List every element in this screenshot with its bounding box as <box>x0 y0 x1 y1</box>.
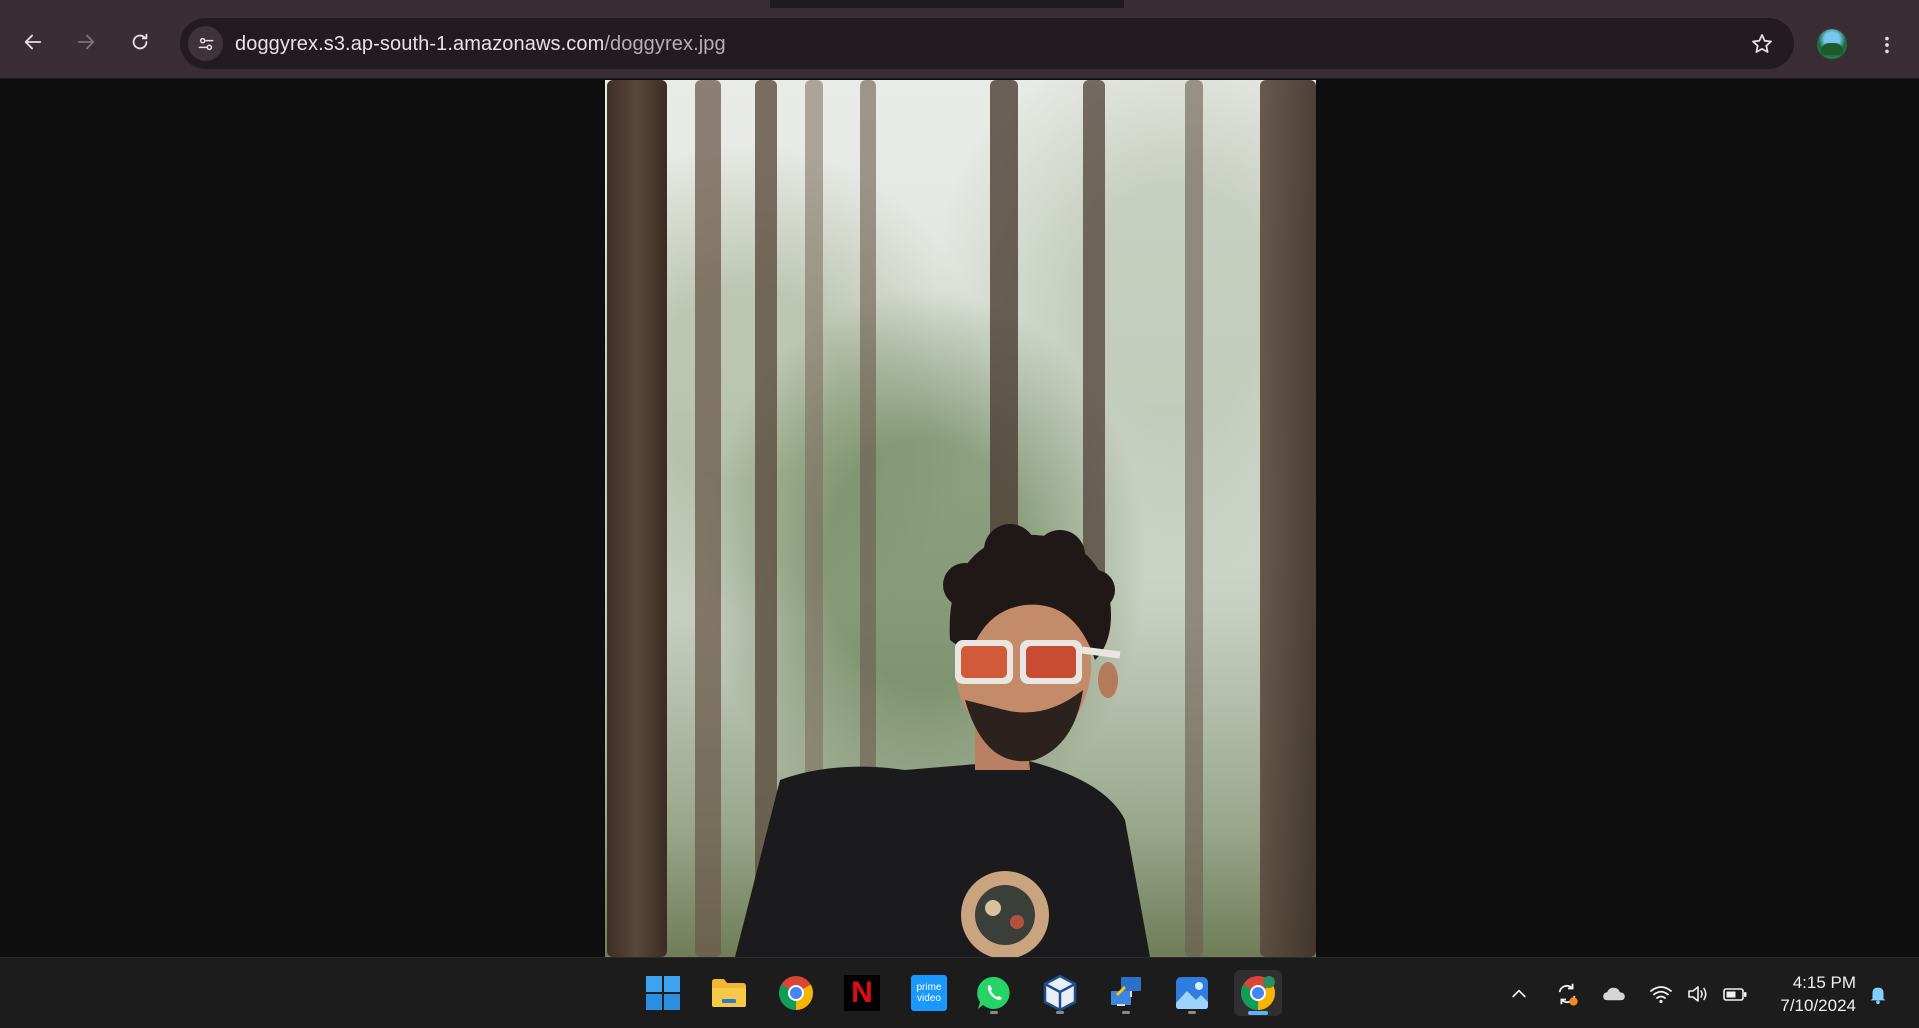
url-host: doggyrex.s3.ap-south-1.amazonaws.com <box>235 33 605 55</box>
address-bar[interactable]: doggyrex.s3.ap-south-1.amazonaws.com/dog… <box>180 18 1794 69</box>
notifications-button[interactable] <box>1864 980 1892 1008</box>
active-indicator <box>1248 1011 1268 1015</box>
running-indicator <box>990 1011 998 1014</box>
folder-icon <box>712 979 746 1007</box>
site-info-button[interactable] <box>188 26 223 61</box>
sync-tray-button[interactable] <box>1553 980 1581 1008</box>
reload-button[interactable] <box>123 25 157 59</box>
wifi-icon <box>1650 986 1672 1004</box>
wifi-tray-button[interactable] <box>1647 980 1675 1008</box>
taskbar-prime-video[interactable]: prime video <box>905 970 953 1016</box>
desktop-screen: doggyrex.s3.ap-south-1.amazonaws.com/dog… <box>0 0 1919 1028</box>
taskbar-netflix[interactable]: N <box>838 970 886 1016</box>
prime-label-top: prime <box>916 982 942 993</box>
taskbar-chrome-active[interactable] <box>1234 970 1282 1016</box>
chevron-up-icon <box>1512 989 1526 998</box>
star-icon <box>1752 34 1772 53</box>
chrome-icon <box>779 976 813 1010</box>
arrow-left-icon <box>24 34 42 50</box>
onedrive-tray-button[interactable] <box>1600 980 1628 1008</box>
prime-label-bottom: video <box>917 993 941 1004</box>
browser-menu-button[interactable] <box>1870 28 1904 62</box>
more-vertical-icon <box>1885 36 1889 54</box>
volume-tray-button[interactable] <box>1684 980 1712 1008</box>
clock-date: 7/10/2024 <box>1780 996 1856 1015</box>
battery-tray-button[interactable] <box>1721 980 1749 1008</box>
running-indicator <box>1056 1011 1064 1014</box>
bookmark-button[interactable] <box>1748 30 1776 58</box>
whatsapp-icon <box>977 976 1010 1009</box>
taskbar-file-explorer[interactable] <box>705 970 753 1016</box>
netflix-letter: N <box>851 976 873 1009</box>
arrow-right-icon <box>77 34 95 50</box>
tab-background[interactable] <box>1124 0 1919 8</box>
taskbar-chrome[interactable] <box>772 970 820 1016</box>
page-viewport <box>0 80 1919 957</box>
prime-video-icon: prime video <box>911 975 947 1011</box>
taskbar-photos[interactable] <box>1168 970 1216 1016</box>
chrome-icon <box>1241 976 1275 1010</box>
url-path: /doggyrex.jpg <box>604 33 726 55</box>
browser-toolbar: doggyrex.s3.ap-south-1.amazonaws.com/dog… <box>0 8 1919 79</box>
url-text[interactable]: doggyrex.s3.ap-south-1.amazonaws.com/dog… <box>235 33 726 56</box>
start-button[interactable] <box>639 970 687 1016</box>
back-button[interactable] <box>16 25 50 59</box>
system-clock[interactable]: 4:15 PM 7/10/2024 <box>1760 971 1856 1017</box>
taskbar-virtualbox[interactable] <box>1036 970 1084 1016</box>
tab-background[interactable] <box>0 0 770 8</box>
displayed-image[interactable] <box>605 80 1316 957</box>
clock-time: 4:15 PM <box>1792 973 1856 992</box>
battery-icon <box>1723 988 1747 1001</box>
reload-icon <box>132 33 148 50</box>
virtualbox-icon <box>1043 974 1077 1012</box>
sync-icon <box>1558 983 1578 1006</box>
profile-avatar[interactable] <box>1817 29 1847 59</box>
taskbar-whatsapp[interactable] <box>970 970 1018 1016</box>
bell-icon <box>1870 987 1886 1005</box>
tab-strip <box>0 0 1919 8</box>
windows-logo-icon <box>646 976 680 1010</box>
photos-icon <box>1176 977 1208 1009</box>
image-person <box>735 524 1150 957</box>
forward-button[interactable] <box>69 25 103 59</box>
show-hidden-icons-button[interactable] <box>1505 980 1533 1008</box>
tune-icon <box>198 37 213 50</box>
running-indicator <box>1122 1011 1130 1014</box>
cloud-icon <box>1603 987 1625 1001</box>
netflix-icon: N <box>844 975 880 1011</box>
volume-icon <box>1688 986 1707 1002</box>
remote-desktop-icon <box>1111 977 1141 1006</box>
windows-taskbar: N prime video 4:15 PM 7/10/2024 <box>0 957 1919 1028</box>
taskbar-remote-desktop[interactable] <box>1102 970 1150 1016</box>
running-indicator <box>1188 1011 1196 1014</box>
